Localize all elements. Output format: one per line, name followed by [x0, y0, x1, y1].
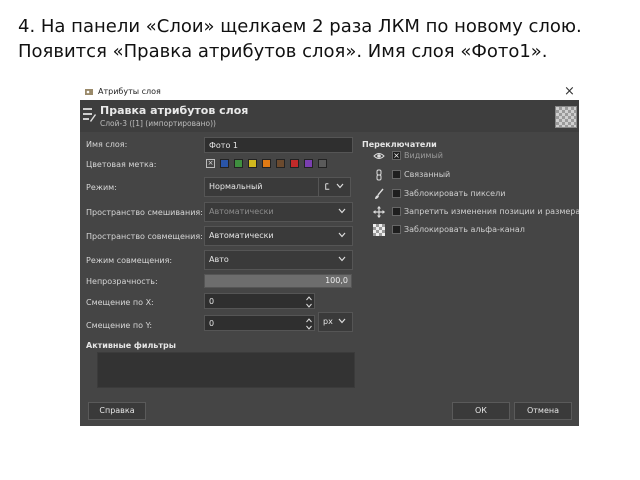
- color-tag-brown[interactable]: [276, 159, 285, 168]
- color-tag-yellow[interactable]: [248, 159, 257, 168]
- chevron-down-icon: [338, 208, 346, 214]
- help-button[interactable]: Справка: [88, 402, 146, 420]
- reset-icon: [325, 183, 330, 190]
- color-tag-none[interactable]: ×: [206, 159, 215, 168]
- dialog-subtitle: Слой-3 ([1] (импортировано)): [100, 119, 216, 128]
- switch-linked[interactable]: Связанный: [370, 169, 575, 183]
- blend-space-select[interactable]: Автоматически: [204, 202, 353, 222]
- chevron-down-icon: [336, 183, 344, 189]
- offset-y-input[interactable]: 0: [204, 315, 315, 331]
- layer-name-input[interactable]: Фото 1: [204, 137, 353, 153]
- linked-checkbox[interactable]: [392, 170, 401, 179]
- composite-mode-value: Авто: [209, 255, 229, 264]
- blend-space-value: Автоматически: [209, 207, 274, 216]
- close-icon[interactable]: ×: [564, 84, 575, 99]
- switch-linked-label: Связанный: [404, 170, 451, 179]
- checker-icon: [373, 224, 385, 236]
- lock-alpha-checkbox[interactable]: [392, 225, 401, 234]
- offset-x-value: 0: [209, 297, 215, 306]
- switch-visible-label: Видимый: [404, 151, 443, 160]
- switch-lock-position[interactable]: Запретить изменения позиции и размера: [370, 206, 579, 220]
- color-tag-violet[interactable]: [304, 159, 313, 168]
- switch-lock-pixels-label: Заблокировать пиксели: [404, 189, 506, 198]
- gimp-app-icon: [85, 89, 93, 95]
- layer-edit-icon: [83, 108, 96, 122]
- color-tag-orange[interactable]: [262, 159, 271, 168]
- dialog-title: Правка атрибутов слоя: [100, 104, 249, 117]
- composite-mode-select[interactable]: Авто: [204, 250, 353, 270]
- move-icon: [373, 206, 385, 218]
- chevron-down-icon: [338, 318, 346, 324]
- opacity-slider[interactable]: 100,0: [204, 274, 352, 288]
- color-tag-gray[interactable]: [318, 159, 327, 168]
- lock-pixels-checkbox[interactable]: [392, 189, 401, 198]
- composite-space-select[interactable]: Автоматически: [204, 226, 353, 246]
- unit-value: px: [323, 317, 333, 326]
- chevron-down-icon: [338, 256, 346, 262]
- active-filters-title: Активные фильтры: [86, 341, 176, 350]
- spin-arrows-icon[interactable]: [306, 295, 312, 309]
- color-tag-blue[interactable]: [220, 159, 229, 168]
- window-title: Атрибуты слоя: [98, 87, 161, 96]
- mode-label: Режим:: [86, 183, 117, 192]
- opacity-label: Непрозрачность:: [86, 277, 158, 286]
- switch-lock-alpha-label: Заблокировать альфа-канал: [404, 225, 525, 234]
- switch-visible[interactable]: × Видимый: [370, 150, 575, 164]
- instruction-text: 4. На панели «Слои» щелкаем 2 раза ЛКМ п…: [18, 16, 582, 62]
- spin-arrows-icon[interactable]: [306, 317, 312, 331]
- chevron-down-icon: [338, 232, 346, 238]
- window-titlebar: Атрибуты слоя ×: [80, 84, 579, 100]
- eye-icon: [373, 153, 385, 159]
- switch-lock-alpha[interactable]: Заблокировать альфа-канал: [370, 224, 575, 238]
- layer-attributes-dialog: Атрибуты слоя × Правка атрибутов слоя Сл…: [80, 84, 579, 426]
- mode-value: Нормальный: [209, 182, 263, 191]
- blend-space-label: Пространство смешивания:: [86, 208, 203, 217]
- color-tag-green[interactable]: [234, 159, 243, 168]
- offset-y-value: 0: [209, 319, 215, 328]
- composite-space-value: Автоматически: [209, 231, 274, 240]
- visible-checkbox[interactable]: ×: [392, 151, 401, 160]
- color-tag-label: Цветовая метка:: [86, 160, 157, 169]
- offset-y-label: Смещение по Y:: [86, 321, 153, 330]
- opacity-value: 100,0: [325, 276, 348, 285]
- cancel-button[interactable]: Отмена: [514, 402, 572, 420]
- color-tag-red[interactable]: [290, 159, 299, 168]
- offset-x-input[interactable]: 0: [204, 293, 315, 309]
- dialog-header: Правка атрибутов слоя Слой-3 ([1] (импор…: [80, 100, 579, 132]
- unit-select[interactable]: px: [318, 312, 353, 332]
- brush-icon: [375, 188, 384, 199]
- mode-reset-button[interactable]: [318, 177, 351, 197]
- switch-lock-position-label: Запретить изменения позиции и размера: [404, 207, 579, 216]
- composite-mode-label: Режим совмещения:: [86, 256, 173, 265]
- switches-title: Переключатели: [362, 140, 437, 149]
- offset-x-label: Смещение по X:: [86, 298, 154, 307]
- active-filters-list[interactable]: [97, 352, 355, 388]
- composite-space-label: Пространство совмещения:: [86, 232, 203, 241]
- ok-button[interactable]: ОК: [452, 402, 510, 420]
- switch-lock-pixels[interactable]: Заблокировать пиксели: [370, 188, 575, 202]
- lock-position-checkbox[interactable]: [392, 207, 401, 216]
- layer-name-label: Имя слоя:: [86, 140, 128, 149]
- chain-icon: [376, 169, 382, 181]
- layer-thumbnail: [555, 106, 577, 128]
